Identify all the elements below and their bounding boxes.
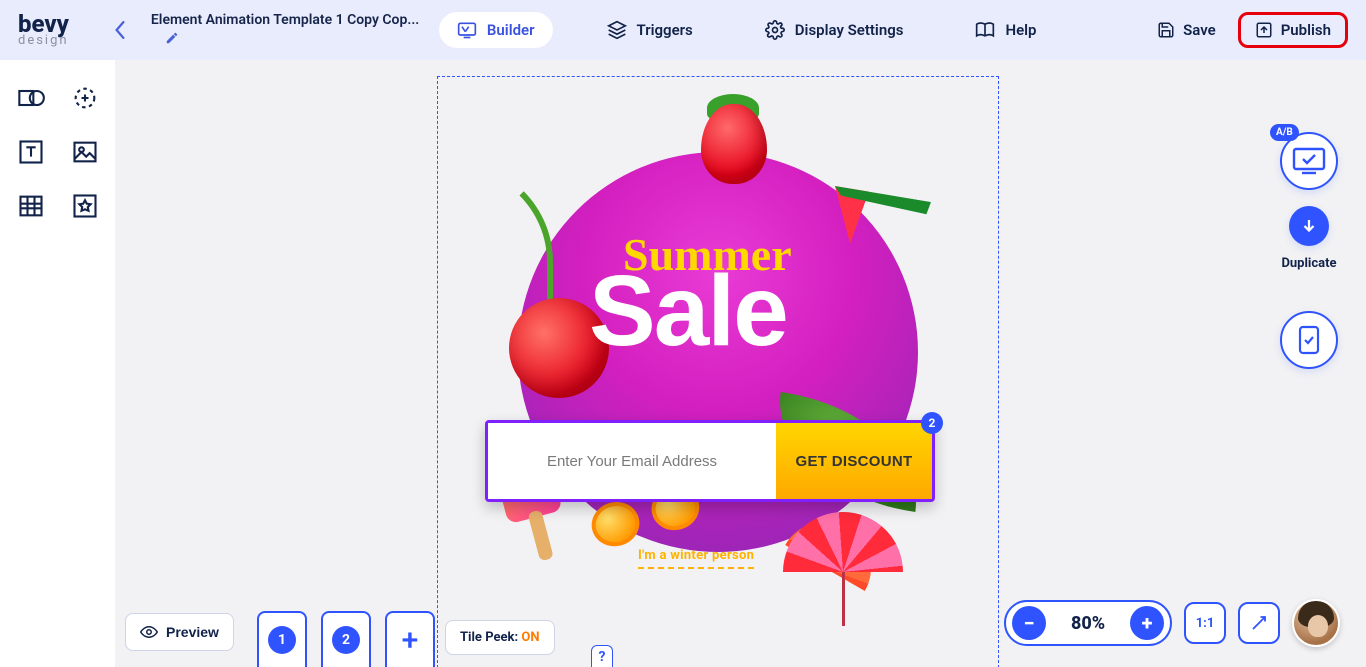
element-count-badge: 2 xyxy=(921,412,943,434)
help-hint-button[interactable]: ? xyxy=(591,645,613,667)
zoom-in-button[interactable]: + xyxy=(1130,606,1164,640)
umbrella-graphic xyxy=(783,512,903,632)
pencil-icon xyxy=(165,31,179,45)
ab-test-badge: A/B xyxy=(1270,124,1299,141)
text-icon xyxy=(17,138,45,166)
mobile-check-icon xyxy=(1298,325,1320,355)
mobile-preview-button[interactable] xyxy=(1280,311,1338,369)
tab-help-label: Help xyxy=(1005,21,1036,39)
tile-peek-state: ON xyxy=(521,630,539,645)
publish-label: Publish xyxy=(1281,21,1331,39)
get-discount-button[interactable]: GET DISCOUNT xyxy=(776,423,932,499)
one-to-one-label: 1:1 xyxy=(1196,616,1215,631)
publish-icon xyxy=(1255,21,1273,39)
strawberry-graphic xyxy=(701,104,767,184)
book-icon xyxy=(975,20,995,40)
duplicate-label: Duplicate xyxy=(1281,256,1336,271)
back-button[interactable] xyxy=(103,13,137,47)
tile-1[interactable]: 1 xyxy=(257,611,307,667)
left-sidebar xyxy=(0,60,115,667)
topbar-right: Save Publish xyxy=(1157,12,1348,48)
user-avatar[interactable] xyxy=(1292,599,1340,647)
zoom-value: 80% xyxy=(1064,613,1112,634)
publish-button[interactable]: Publish xyxy=(1238,12,1348,48)
tile-add[interactable]: + xyxy=(385,611,435,667)
right-float-tools: A/B Duplicate xyxy=(1280,132,1338,369)
zoom-controls: − 80% + 1:1 xyxy=(1004,599,1340,647)
save-icon xyxy=(1157,21,1175,39)
preview-button[interactable]: Preview xyxy=(125,613,234,651)
download-arrow-icon xyxy=(1300,217,1318,235)
add-node-icon xyxy=(71,84,99,112)
popup-design[interactable]: Summer Sale 2 GET DISCOUNT I'm a winter … xyxy=(483,122,953,602)
email-input[interactable] xyxy=(488,423,776,499)
tool-text[interactable] xyxy=(15,136,47,168)
nav-tabs: Builder Triggers Display Settings Help xyxy=(439,12,1055,48)
top-bar: bevy design Element Animation Template 1… xyxy=(0,0,1366,60)
preview-label: Preview xyxy=(166,624,219,640)
image-icon xyxy=(71,138,99,166)
edit-title-button[interactable] xyxy=(165,31,421,49)
tab-builder[interactable]: Builder xyxy=(439,12,553,48)
save-label: Save xyxy=(1183,21,1216,39)
brand-sub: design xyxy=(18,35,69,46)
project-title-area: Element Animation Template 1 Copy Cop... xyxy=(151,12,421,49)
zoom-reset-button[interactable]: 1:1 xyxy=(1184,602,1226,644)
tool-layout[interactable] xyxy=(15,190,47,222)
zoom-pill: − 80% + xyxy=(1004,600,1172,646)
builder-icon xyxy=(457,20,477,40)
eye-icon xyxy=(140,625,158,639)
brand-logo: bevy design xyxy=(18,14,69,45)
grid-icon xyxy=(17,192,45,220)
zoom-out-button[interactable]: − xyxy=(1012,606,1046,640)
headline-sale[interactable]: Sale xyxy=(589,254,787,369)
save-button[interactable]: Save xyxy=(1157,21,1216,39)
tab-help[interactable]: Help xyxy=(957,12,1054,48)
desktop-check-icon xyxy=(1292,147,1326,175)
tool-favorite[interactable] xyxy=(69,190,101,222)
tile-2-number: 2 xyxy=(332,626,360,654)
chevron-left-icon xyxy=(113,21,127,39)
email-form[interactable]: 2 GET DISCOUNT xyxy=(485,420,935,502)
desktop-preview-button[interactable]: A/B xyxy=(1280,132,1338,190)
fullscreen-button[interactable] xyxy=(1238,602,1280,644)
tile-peek-label: Tile Peek: xyxy=(460,630,521,645)
tab-builder-label: Builder xyxy=(487,21,535,39)
tool-image[interactable] xyxy=(69,136,101,168)
winter-person-link[interactable]: I'm a winter person xyxy=(638,548,754,569)
duplicate-button[interactable] xyxy=(1289,206,1329,246)
tile-tabs: 1 2 + xyxy=(257,611,435,667)
tab-triggers[interactable]: Triggers xyxy=(589,12,711,48)
stack-icon xyxy=(607,20,627,40)
canvas[interactable]: Summer Sale 2 GET DISCOUNT I'm a winter … xyxy=(115,60,1366,667)
shapes-icon xyxy=(17,84,45,112)
tile-2[interactable]: 2 xyxy=(321,611,371,667)
project-title: Element Animation Template 1 Copy Cop... xyxy=(151,12,421,28)
star-icon xyxy=(71,192,99,220)
tile-peek-toggle[interactable]: Tile Peek: ON xyxy=(445,620,555,655)
tab-display-settings-label: Display Settings xyxy=(795,21,904,39)
tool-shapes[interactable] xyxy=(15,82,47,114)
expand-icon xyxy=(1250,614,1268,632)
tab-display-settings[interactable]: Display Settings xyxy=(747,12,922,48)
tool-add-shape[interactable] xyxy=(69,82,101,114)
gear-icon xyxy=(765,20,785,40)
tile-1-number: 1 xyxy=(268,626,296,654)
tab-triggers-label: Triggers xyxy=(637,21,693,39)
